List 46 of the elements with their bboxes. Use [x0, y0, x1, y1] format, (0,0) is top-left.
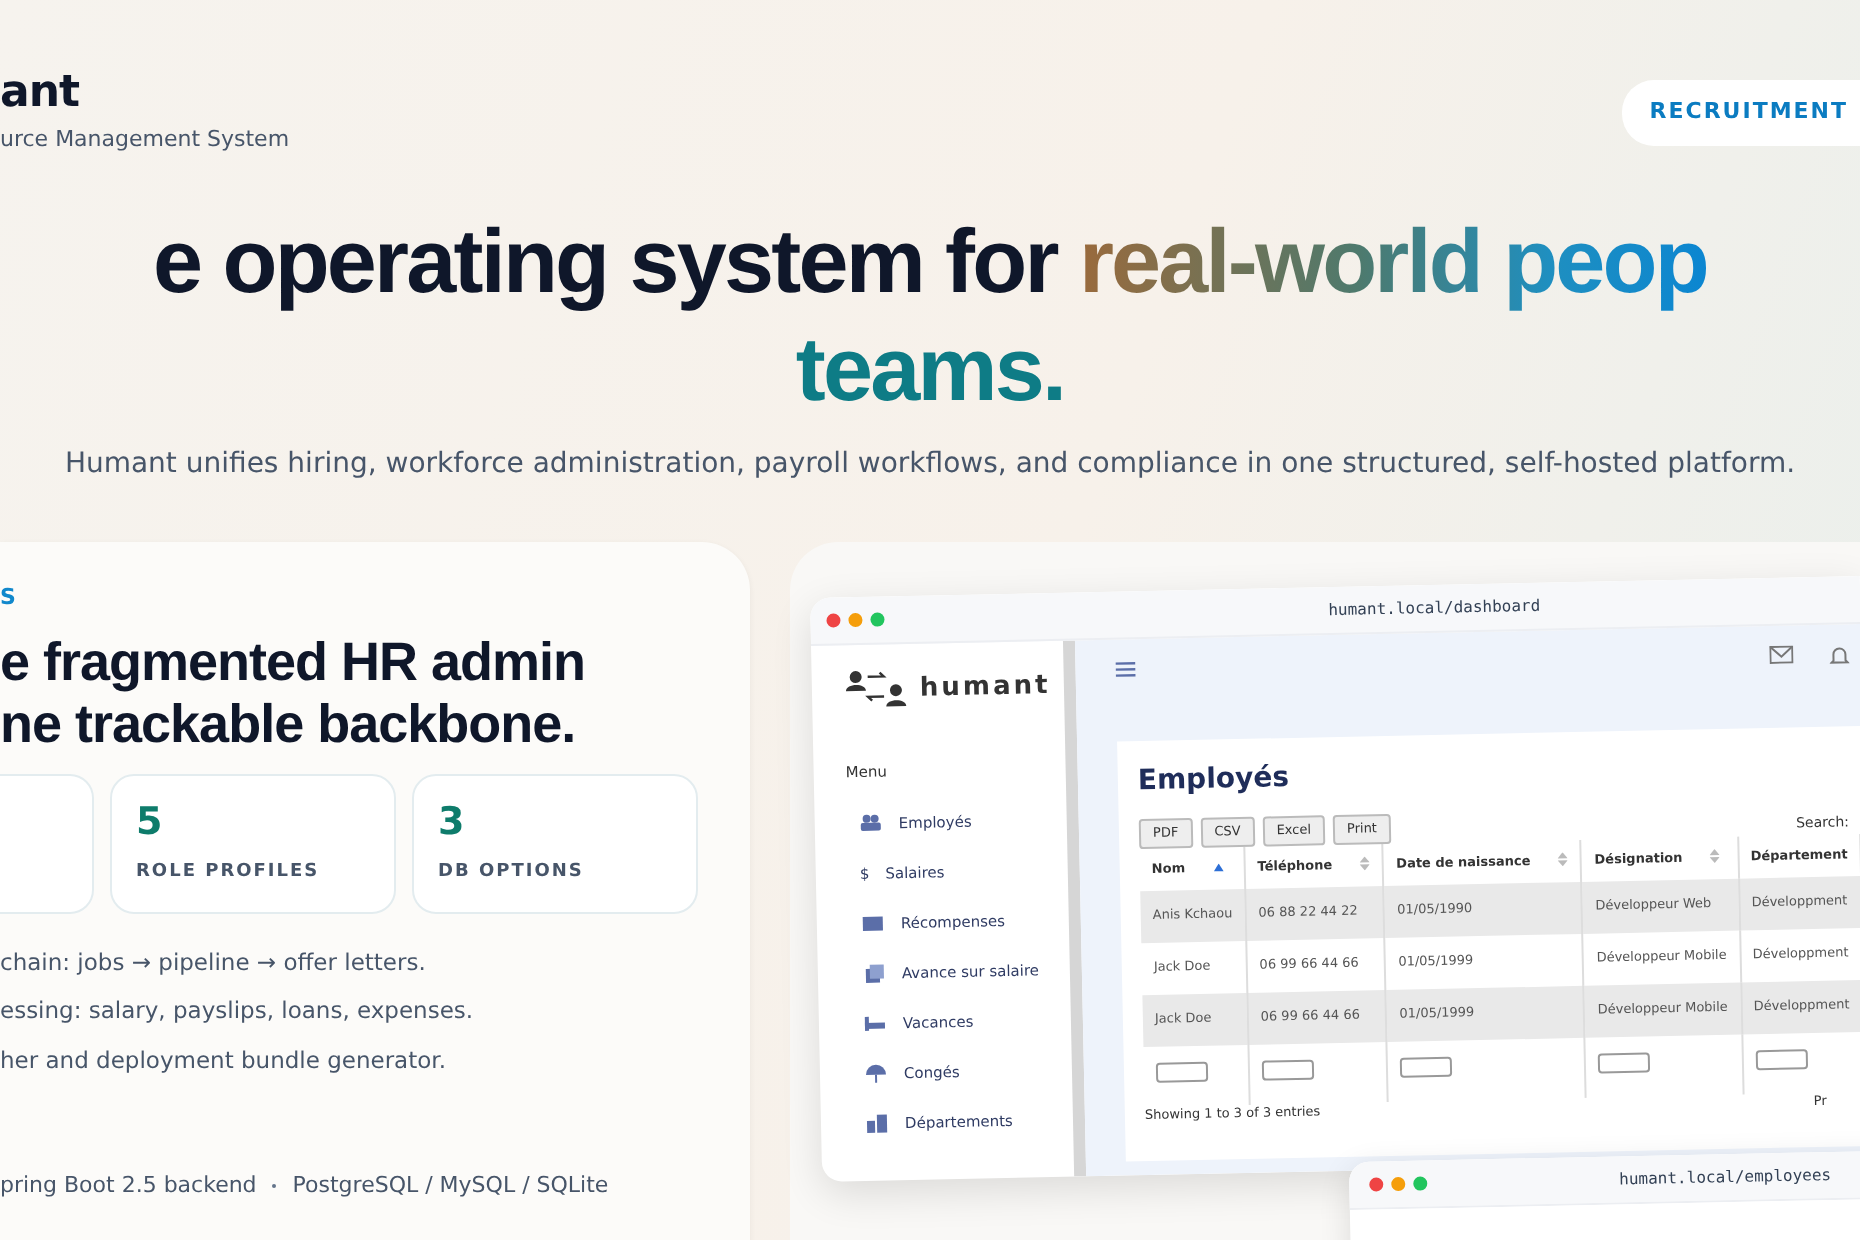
brand-tagline: urce Management System: [0, 124, 290, 156]
filter-select[interactable]: [1261, 1060, 1314, 1082]
sort-icon: [1558, 852, 1569, 867]
tech-stack-text: PostgreSQL / MySQL / SQLite: [292, 1169, 609, 1202]
window-dot-icon: [1391, 1176, 1406, 1192]
stat-value: 5: [136, 804, 165, 843]
filter-select[interactable]: [1400, 1057, 1453, 1079]
brand-name: ant: [0, 72, 82, 116]
recruitment-pill[interactable]: RECRUITMENT: [1621, 80, 1860, 145]
menu-icon: [861, 963, 887, 986]
feature-bullet: chain: jobs → pipeline → offer letters.: [0, 946, 428, 981]
filter-select[interactable]: [1598, 1053, 1651, 1075]
menu-icon: [864, 1112, 890, 1136]
eyebrow-label: S: [0, 582, 20, 614]
tech-stack-text: pring Boot 2.5 backend: [0, 1169, 257, 1202]
menu-icon: [860, 913, 886, 936]
sort-asc-icon: [1213, 862, 1224, 872]
bell-icon: [1829, 644, 1850, 667]
sort-icon: [1710, 849, 1721, 864]
stat-label: ROLE PROFILES: [136, 860, 322, 887]
filter-select[interactable]: [1155, 1062, 1209, 1084]
window-dot-icon: [848, 612, 863, 628]
separator-dot-icon: [272, 1184, 277, 1189]
window-dot-icon: [1369, 1177, 1384, 1192]
stat-value: 3: [438, 804, 467, 843]
hero-headline: e operating system for real-world peop: [151, 208, 1709, 316]
logo-text: humant: [919, 668, 1051, 707]
sort-icon: [1360, 856, 1371, 871]
mail-icon: [1769, 645, 1794, 664]
url-text: humant.local/employees: [1619, 1163, 1832, 1192]
feature-bullet: her and deployment bundle generator.: [0, 1043, 448, 1078]
hero-headline-line: teams.: [793, 316, 1067, 424]
menu-icon: [1115, 661, 1136, 680]
window-dot-icon: [1413, 1176, 1428, 1191]
filter-select[interactable]: [1754, 1049, 1808, 1071]
hero-subtitle: Humant unifies hiring, workforce administration, payroll workflows, and compliance in one structured, self-hosted platform.: [62, 446, 1798, 484]
feature-bullet: essing: salary, payslips, loans, expenses.: [0, 994, 476, 1029]
menu-icon: [862, 1013, 888, 1036]
window-dot-icon: [826, 613, 841, 628]
window-dot-icon: [870, 612, 885, 627]
url-text: humant.local/dashboard: [1328, 593, 1541, 623]
feature-title: e fragmented HR admin ne trackable backbone.: [0, 631, 588, 759]
page-title: Employés: [1137, 760, 1292, 802]
menu-icon: [858, 813, 883, 836]
menu-icon: [863, 1062, 889, 1086]
stat-label: DB OPTIONS: [438, 860, 586, 887]
